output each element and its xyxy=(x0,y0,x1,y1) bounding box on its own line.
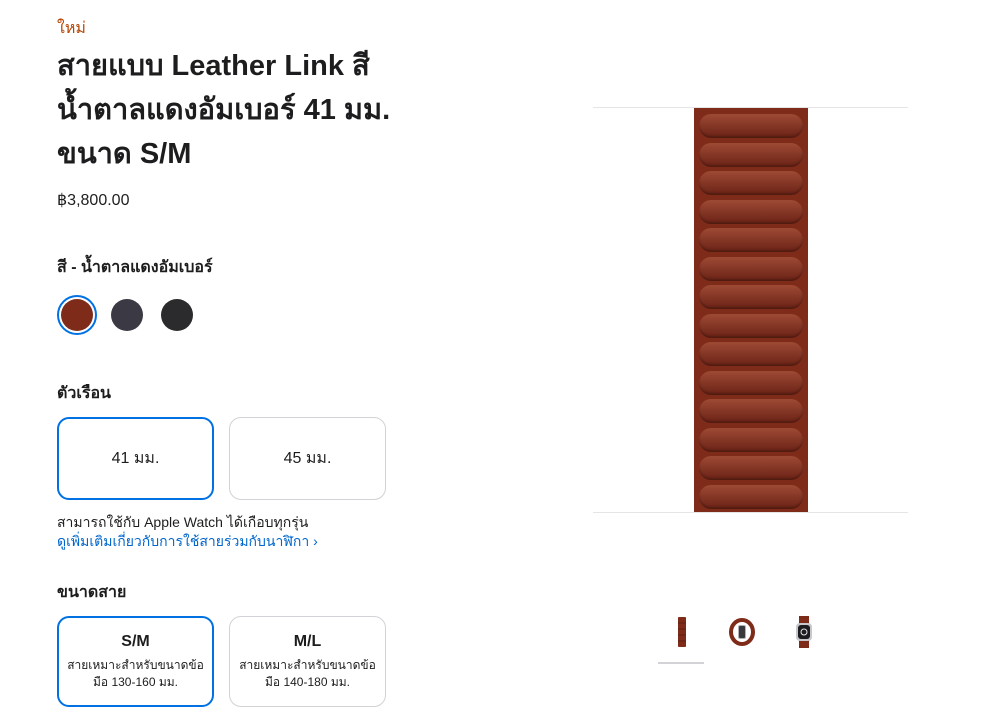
new-badge: ใหม่ xyxy=(57,20,86,37)
band-size-heading: ขนาดสาย xyxy=(57,584,127,601)
band-size-label: S/M xyxy=(121,632,150,650)
gallery-thumbnails xyxy=(656,612,836,667)
case-options: 41 มม. 45 มม. xyxy=(57,417,386,500)
band-size-desc: สายเหมาะสำหรับขนาดข้อมือ 130-160 มม. xyxy=(67,657,204,689)
band-link-segment xyxy=(699,370,803,395)
band-link-segment xyxy=(699,171,803,195)
band-link-segment xyxy=(699,199,803,224)
thumbnail-watch[interactable] xyxy=(780,612,828,652)
band-size-option-sm[interactable]: S/M สายเหมาะสำหรับขนาดข้อมือ 130-160 มม. xyxy=(57,616,214,707)
product-image xyxy=(593,107,908,513)
case-option-45mm[interactable]: 45 มม. xyxy=(229,417,386,500)
band-link-segment xyxy=(699,399,803,423)
color-heading: สี - น้ำตาลแดงอัมเบอร์ xyxy=(57,259,213,276)
selected-thumbnail-indicator xyxy=(658,662,704,664)
swatch-black[interactable] xyxy=(157,295,197,335)
product-price: ฿3,800.00 xyxy=(57,192,130,209)
band-straight-icon xyxy=(678,617,686,647)
case-option-label: 45 มม. xyxy=(283,450,332,467)
divider xyxy=(593,512,908,513)
band-link-segment xyxy=(699,256,803,281)
band-link-segment xyxy=(699,484,803,509)
leather-band-image xyxy=(694,108,808,513)
swatch-midnight[interactable] xyxy=(107,295,147,335)
product-title: สายแบบ Leather Link สีน้ำตาลแดงอัมเบอร์ … xyxy=(57,50,391,170)
thumbnail-band-straight[interactable] xyxy=(658,612,706,652)
band-link-segment xyxy=(699,142,803,167)
compatibility-link[interactable]: ดูเพิ่มเติมเกี่ยวกับการใช้สายร่วมกับนาฬิ… xyxy=(57,531,318,553)
swatch-color xyxy=(161,299,193,331)
band-size-label: M/L xyxy=(293,632,322,650)
swatch-umber[interactable] xyxy=(57,295,97,335)
band-loop-icon xyxy=(729,618,755,646)
band-link-segment xyxy=(699,228,803,252)
band-size-option-ml[interactable]: M/L สายเหมาะสำหรับขนาดข้อมือ 140-180 มม. xyxy=(229,616,386,707)
band-link-segment xyxy=(699,313,803,338)
band-link-segment xyxy=(699,285,803,309)
case-option-41mm[interactable]: 41 มม. xyxy=(57,417,214,500)
case-option-label: 41 มม. xyxy=(111,450,160,467)
case-heading: ตัวเรือน xyxy=(57,385,111,402)
watch-with-band-icon xyxy=(796,616,812,648)
swatch-color xyxy=(61,299,93,331)
color-swatches xyxy=(57,295,197,335)
swatch-color xyxy=(111,299,143,331)
band-link-segment xyxy=(699,427,803,452)
band-link-segment xyxy=(699,114,803,138)
band-link-segment xyxy=(699,456,803,480)
band-link-segment xyxy=(699,342,803,366)
thumbnail-band-loop[interactable] xyxy=(718,612,766,652)
band-size-desc: สายเหมาะสำหรับขนาดข้อมือ 140-180 มม. xyxy=(239,657,376,689)
band-size-options: S/M สายเหมาะสำหรับขนาดข้อมือ 130-160 มม.… xyxy=(57,616,386,707)
